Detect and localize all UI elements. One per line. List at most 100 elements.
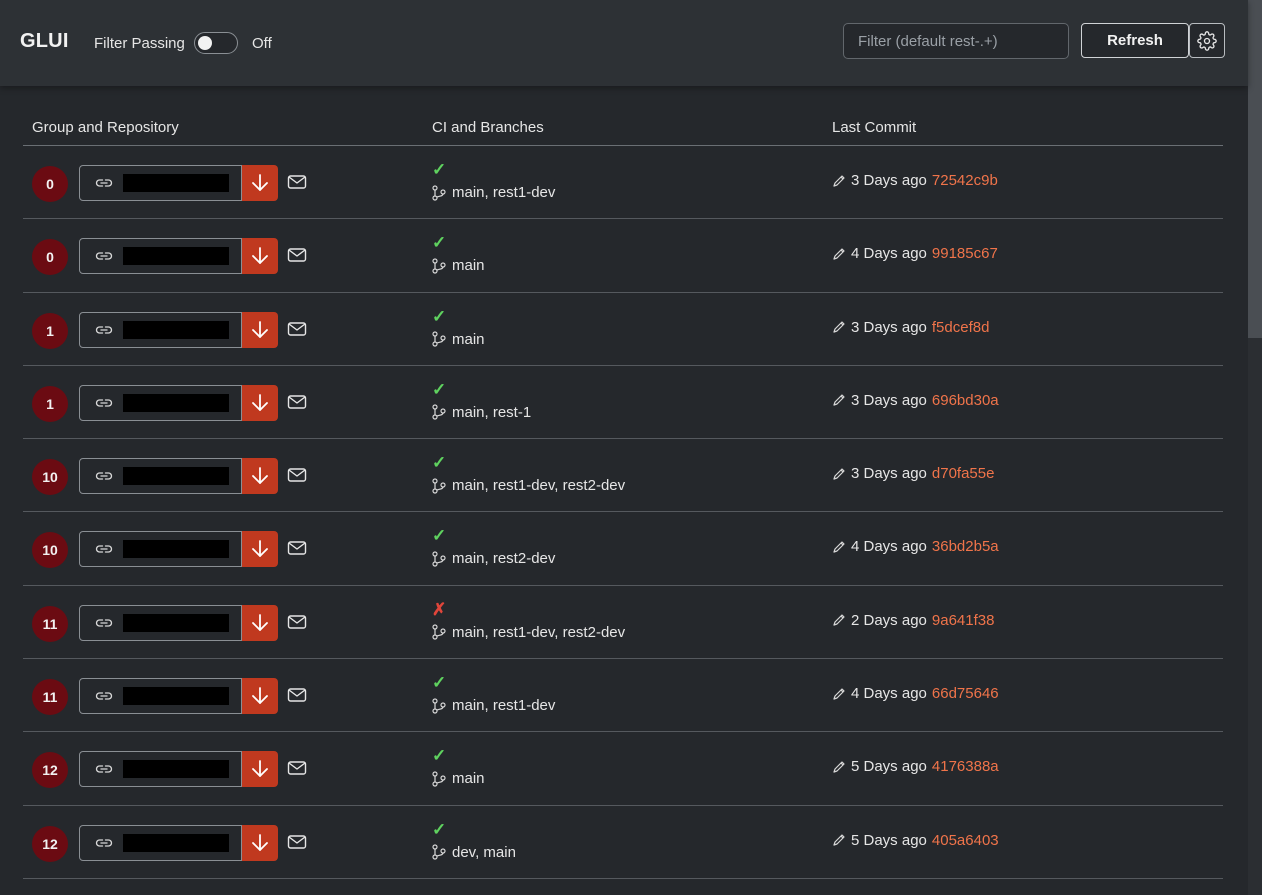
commit-age: 2 Days ago bbox=[851, 611, 927, 629]
table-row: 1 ✓ bbox=[23, 366, 1223, 440]
column-header-last-commit: Last Commit bbox=[832, 119, 917, 136]
count-badge: 12 bbox=[32, 825, 68, 862]
last-commit: 5 Days ago 4176388a bbox=[832, 758, 999, 775]
filter-passing-toggle[interactable] bbox=[194, 32, 238, 54]
pencil-icon bbox=[833, 321, 845, 333]
download-button[interactable] bbox=[242, 311, 278, 348]
download-button[interactable] bbox=[242, 384, 278, 421]
count-badge: 1 bbox=[32, 385, 68, 422]
git-branch-icon bbox=[432, 478, 446, 494]
branch-names: main, rest1-dev bbox=[452, 697, 556, 715]
repo-link-box[interactable] bbox=[79, 604, 242, 641]
commit-hash-link[interactable]: 405a6403 bbox=[932, 832, 999, 849]
ci-status-icon: ✓ bbox=[432, 233, 447, 253]
commit-age: 3 Days ago bbox=[851, 318, 927, 336]
repo-link-box[interactable] bbox=[79, 238, 242, 275]
redacted-repo-name bbox=[123, 613, 229, 632]
arrow-down-icon bbox=[252, 760, 268, 778]
mail-icon[interactable] bbox=[287, 247, 307, 263]
arrow-down-icon bbox=[252, 393, 268, 411]
download-button[interactable] bbox=[242, 165, 278, 201]
ci-status-icon: ✓ bbox=[432, 379, 447, 399]
commit-hash-link[interactable]: 99185c67 bbox=[932, 245, 998, 262]
repo-link-box[interactable] bbox=[79, 311, 242, 348]
filter-input[interactable] bbox=[843, 23, 1069, 59]
last-commit: 4 Days ago 66d75646 bbox=[832, 685, 999, 702]
repo-link-box[interactable] bbox=[79, 824, 242, 861]
commit-hash-link[interactable]: 4176388a bbox=[932, 758, 999, 775]
redacted-repo-name bbox=[123, 320, 229, 339]
commit-hash-link[interactable]: f5dcef8d bbox=[932, 319, 990, 336]
git-branch-icon bbox=[432, 624, 446, 640]
table-row: 0 ✓ bbox=[23, 146, 1223, 220]
branch-names: main, rest1-dev bbox=[452, 184, 556, 201]
commit-hash-link[interactable]: d70fa55e bbox=[932, 465, 995, 482]
mail-icon[interactable] bbox=[287, 394, 307, 410]
pencil-icon bbox=[833, 174, 845, 187]
ci-status-icon: ✗ bbox=[432, 599, 447, 619]
refresh-button[interactable]: Refresh bbox=[1081, 23, 1189, 58]
ci-status-icon: ✓ bbox=[432, 160, 447, 179]
mail-icon[interactable] bbox=[287, 687, 307, 703]
settings-button[interactable] bbox=[1189, 23, 1225, 58]
mail-icon[interactable] bbox=[287, 614, 307, 630]
git-branch-icon bbox=[432, 697, 446, 714]
download-button[interactable] bbox=[242, 824, 278, 861]
branch-list: main, rest-1 bbox=[432, 404, 531, 421]
mail-icon[interactable] bbox=[287, 834, 307, 850]
mail-icon[interactable] bbox=[287, 321, 307, 337]
ci-status-icon: ✓ bbox=[432, 453, 447, 473]
repo-link-box[interactable] bbox=[79, 531, 242, 568]
repo-link-box[interactable] bbox=[79, 458, 242, 495]
download-button[interactable] bbox=[242, 238, 278, 275]
scrollbar-thumb[interactable] bbox=[1248, 0, 1262, 338]
download-button[interactable] bbox=[242, 604, 278, 641]
commit-hash-link[interactable]: 696bd30a bbox=[932, 392, 999, 409]
toggle-knob bbox=[198, 36, 212, 50]
table-header: Group and Repository CI and Branches Las… bbox=[23, 105, 1223, 146]
mail-icon[interactable] bbox=[287, 540, 307, 556]
mail-icon[interactable] bbox=[287, 467, 307, 483]
redacted-repo-name bbox=[123, 540, 229, 559]
top-navbar: GLUI Filter Passing Off Refresh bbox=[0, 0, 1248, 86]
commit-age: 3 Days ago bbox=[851, 172, 927, 189]
filter-passing-label: Filter Passing bbox=[94, 35, 185, 52]
pencil-icon bbox=[833, 541, 845, 553]
link-icon bbox=[95, 399, 113, 407]
repo-link-box[interactable] bbox=[79, 678, 242, 715]
count-badge: 1 bbox=[32, 312, 68, 349]
repo-link-box[interactable] bbox=[79, 751, 242, 788]
mail-icon[interactable] bbox=[287, 174, 307, 190]
last-commit: 4 Days ago 36bd2b5a bbox=[832, 538, 999, 555]
download-button[interactable] bbox=[242, 678, 278, 715]
git-branch-icon bbox=[432, 844, 446, 860]
table-row: 0 ✓ bbox=[23, 219, 1223, 293]
commit-hash-link[interactable]: 72542c9b bbox=[932, 172, 998, 189]
commit-hash-link[interactable]: 66d75646 bbox=[932, 685, 999, 702]
table-row: 12 ✓ bbox=[23, 806, 1223, 879]
count-badge: 0 bbox=[32, 166, 68, 202]
download-button[interactable] bbox=[242, 531, 278, 568]
last-commit: 3 Days ago 696bd30a bbox=[832, 392, 999, 409]
count-badge: 12 bbox=[32, 752, 68, 789]
count-badge: 11 bbox=[32, 679, 68, 716]
branch-list: main, rest1-dev bbox=[432, 697, 555, 714]
pencil-icon bbox=[833, 468, 845, 480]
commit-hash-link[interactable]: 36bd2b5a bbox=[932, 538, 999, 555]
table-row: 10 ✓ bbox=[23, 439, 1223, 513]
repo-link-box[interactable] bbox=[79, 384, 242, 421]
mail-icon[interactable] bbox=[287, 760, 307, 776]
branch-list: main, rest1-dev, rest2-dev bbox=[432, 624, 625, 641]
redacted-repo-name bbox=[123, 174, 229, 192]
download-button[interactable] bbox=[242, 458, 278, 495]
download-button[interactable] bbox=[242, 751, 278, 788]
pencil-icon bbox=[833, 248, 845, 260]
redacted-repo-name bbox=[123, 247, 229, 266]
commit-hash-link[interactable]: 9a641f38 bbox=[932, 612, 995, 629]
git-branch-icon bbox=[432, 404, 446, 420]
toggle-state-label: Off bbox=[252, 35, 272, 52]
page-scrollbar[interactable] bbox=[1248, 0, 1262, 895]
git-branch-icon bbox=[432, 331, 446, 347]
repo-link-box[interactable] bbox=[79, 165, 242, 201]
branch-names: main bbox=[452, 257, 485, 275]
